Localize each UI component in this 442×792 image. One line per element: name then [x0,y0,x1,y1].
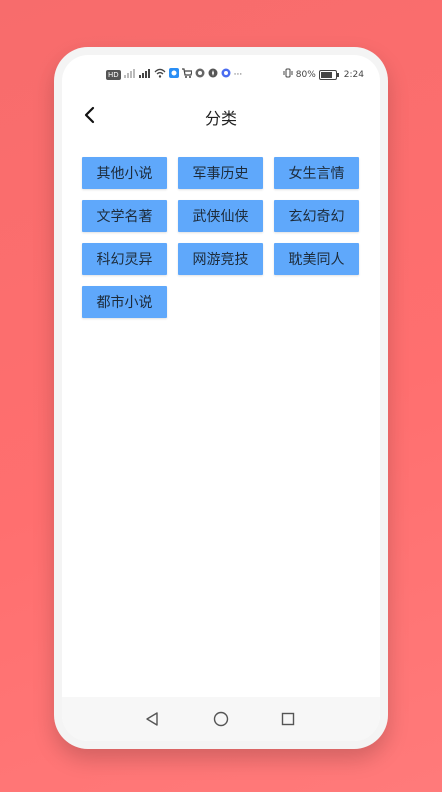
triangle-back-icon [146,712,158,726]
nav-recents-button[interactable] [276,707,300,731]
category-button-scifi-supernatural[interactable]: 科幻灵异 [82,243,167,275]
wifi-icon [154,68,166,82]
app-notification-icon [168,68,179,82]
nav-home-button[interactable] [209,707,233,731]
cart-icon [181,68,193,82]
category-button-gaming[interactable]: 网游竞技 [178,243,263,275]
circle-app-icon [195,68,205,82]
category-button-urban-novels[interactable]: 都市小说 [82,286,167,318]
category-button-fantasy[interactable]: 玄幻奇幻 [274,200,359,232]
category-button-literary-classics[interactable]: 文学名著 [82,200,167,232]
category-button-wuxia-xianxia[interactable]: 武侠仙侠 [178,200,263,232]
battery-icon [318,70,339,80]
category-button-danmei-fanfic[interactable]: 耽美同人 [274,243,359,275]
circle-home-icon [213,711,229,727]
browser-icon [221,68,231,82]
app-screen: HD ··· 80% 2:24 分类 其他小说 军事历史 女生言情 文学名著 武… [62,55,380,741]
signal-icon [123,68,136,82]
top-app-bar: 分类 [62,99,380,131]
square-recents-icon [281,712,295,726]
phone-frame: HD ··· 80% 2:24 分类 其他小说 军事历史 女生言情 文学名著 武… [54,47,388,749]
category-button-romance[interactable]: 女生言情 [274,157,359,189]
clock-time: 2:24 [343,70,364,80]
status-bar-right: 80% 2:24 [283,67,364,83]
nav-back-button[interactable] [140,707,164,731]
compass-icon [208,68,218,82]
signal-icon [138,68,151,82]
status-bar-left: HD ··· [106,67,242,83]
category-button-military-history[interactable]: 军事历史 [178,157,263,189]
system-navigation-bar [62,697,380,741]
more-notifications: ··· [233,70,243,80]
category-button-other-novels[interactable]: 其他小说 [82,157,167,189]
category-grid: 其他小说 军事历史 女生言情 文学名著 武侠仙侠 玄幻奇幻 科幻灵异 网游竞技 … [82,157,366,318]
battery-percent: 80% [295,70,316,80]
vibrate-icon [283,68,293,82]
status-bar: HD ··· 80% 2:24 [62,67,380,83]
page-title: 分类 [204,109,237,128]
hd-badge: HD [106,70,121,80]
